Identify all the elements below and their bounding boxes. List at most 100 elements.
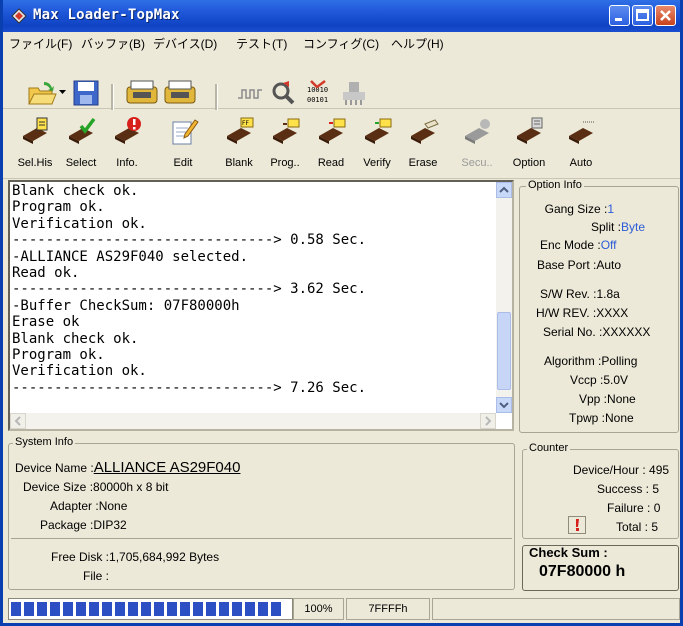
read-button[interactable]: Read: [309, 116, 353, 174]
chevron-up-icon: [499, 186, 509, 193]
blank-button[interactable]: FF Blank: [217, 116, 261, 174]
menu-config[interactable]: コンフィグ(C): [303, 35, 379, 52]
reset-counter-button[interactable]: [568, 516, 586, 534]
progress-segment: [193, 602, 203, 616]
security-button[interactable]: Secu..: [455, 116, 499, 174]
progress-segment: [232, 602, 242, 616]
divider: [11, 538, 512, 539]
hw-rev-row: H/W REV. :XXXX: [536, 306, 628, 320]
base-port-value: Auto: [596, 258, 622, 272]
load-buffer-icon[interactable]: [125, 79, 159, 107]
erase-button[interactable]: Erase: [401, 116, 445, 174]
menu-device[interactable]: デバイス(D): [153, 35, 217, 52]
save-buffer-icon[interactable]: [163, 79, 197, 107]
waveform-icon[interactable]: [237, 84, 263, 104]
auto-button[interactable]: Auto: [559, 116, 603, 174]
base-port-label: Base Port :: [537, 258, 597, 272]
horizontal-scrollbar[interactable]: [10, 413, 496, 429]
device-size-label: Device Size :: [23, 480, 94, 494]
device-hour-value: 495: [649, 463, 670, 477]
select-button[interactable]: Select: [59, 116, 103, 174]
maximize-button[interactable]: [632, 5, 653, 26]
scroll-down-button[interactable]: [496, 397, 512, 413]
vertical-scrollbar[interactable]: [496, 182, 512, 413]
progress-segment: [245, 602, 255, 616]
sel-his-button[interactable]: Sel.His: [13, 116, 57, 174]
security-label: Secu..: [461, 157, 493, 169]
title-bar[interactable]: Max Loader-TopMax: [3, 0, 680, 32]
device-hour-label: Device/Hour :: [573, 463, 646, 477]
algorithm-row: Algorithm :Polling: [544, 354, 637, 368]
split-row: Split :Byte: [591, 220, 645, 234]
chip-info-icon: [115, 117, 141, 144]
device-size-value: 80000h x 8 bit: [93, 480, 169, 494]
info-label: Info.: [116, 157, 138, 169]
info-button[interactable]: Info.: [105, 116, 149, 174]
log-line: Verification ok.: [12, 215, 147, 232]
progress-segment: [50, 602, 60, 616]
minimize-button[interactable]: [609, 5, 630, 26]
open-folder-icon[interactable]: [27, 80, 57, 106]
progress-segment: [76, 602, 86, 616]
vccp-value: 5.0V: [603, 373, 629, 387]
menu-buffer[interactable]: バッファ(B): [81, 35, 145, 52]
close-button[interactable]: [655, 5, 676, 26]
scroll-right-button[interactable]: [480, 413, 496, 429]
enc-mode-label: Enc Mode :: [540, 238, 601, 252]
address-cell: 7FFFFh: [346, 598, 430, 620]
program-button[interactable]: Prog..: [263, 116, 307, 174]
hw-rev-label: H/W REV. :: [536, 306, 597, 320]
menu-help[interactable]: ヘルプ(H): [391, 35, 444, 52]
chip-security-icon: [465, 119, 490, 144]
split-label: Split :: [591, 220, 622, 234]
svg-text:FF: FF: [242, 120, 249, 127]
edit-button[interactable]: Edit: [161, 116, 205, 174]
menu-file[interactable]: ファイル(F): [9, 35, 72, 52]
serial-label: Serial No. :: [543, 325, 603, 339]
package-value: DIP32: [93, 518, 127, 532]
menu-test[interactable]: テスト(T): [236, 35, 287, 52]
system-info-title: System Info: [13, 436, 76, 448]
vpp-row: Vpp :None: [579, 392, 636, 406]
scroll-left-button[interactable]: [10, 413, 26, 429]
scroll-up-button[interactable]: [496, 182, 512, 198]
success-label: Success :: [597, 482, 650, 496]
verify-label: Verify: [363, 157, 391, 169]
progress-segment: [154, 602, 164, 616]
log-line: -------------------------------> 7.26 Se…: [12, 379, 367, 396]
auto-label: Auto: [569, 157, 593, 169]
package-label: Package :: [40, 518, 94, 532]
progress-segment: [128, 602, 138, 616]
progress-segment: [258, 602, 268, 616]
vpp-value: None: [607, 392, 636, 406]
message-log[interactable]: Blank check ok. Program ok. Verification o…: [8, 180, 514, 431]
status-message: [432, 598, 680, 620]
menu-bar: ファイル(F) バッファ(B) デバイス(D) テスト(T) コンフィグ(C) …: [3, 32, 680, 52]
option-button[interactable]: Option: [507, 116, 551, 174]
enc-mode-row: Enc Mode :Off: [540, 238, 617, 252]
sw-rev-label: S/W Rev. :: [540, 287, 597, 301]
adapter-value: None: [98, 499, 128, 513]
svg-text:00101: 00101: [307, 96, 328, 104]
success-value: 5: [652, 482, 660, 496]
progress-segment: [219, 602, 229, 616]
split-value: Byte: [621, 220, 646, 234]
chip-verify-icon: [365, 118, 392, 144]
scroll-thumb[interactable]: [497, 312, 511, 390]
progress-segment: [89, 602, 99, 616]
package-row: Package :DIP32: [40, 518, 127, 532]
checksum-value: 07F80000 h: [539, 563, 626, 580]
log-line: -ALLIANCE AS29F040 selected.: [12, 248, 249, 265]
exclamation-icon: [576, 519, 579, 531]
failure-value: 0: [653, 501, 661, 515]
wrench-test-icon[interactable]: [271, 80, 297, 106]
total-value: 5: [651, 520, 659, 534]
save-icon[interactable]: [73, 80, 99, 106]
progress-segment: [167, 602, 177, 616]
checksum-icon[interactable]: 10010 00101: [305, 80, 333, 106]
verify-button[interactable]: Verify: [355, 116, 399, 174]
device-name-value[interactable]: ALLIANCE AS29F040: [94, 459, 241, 476]
chevron-left-icon: [14, 416, 21, 426]
tpwp-row: Tpwp :None: [569, 411, 634, 425]
chevron-down-icon[interactable]: [59, 88, 67, 96]
